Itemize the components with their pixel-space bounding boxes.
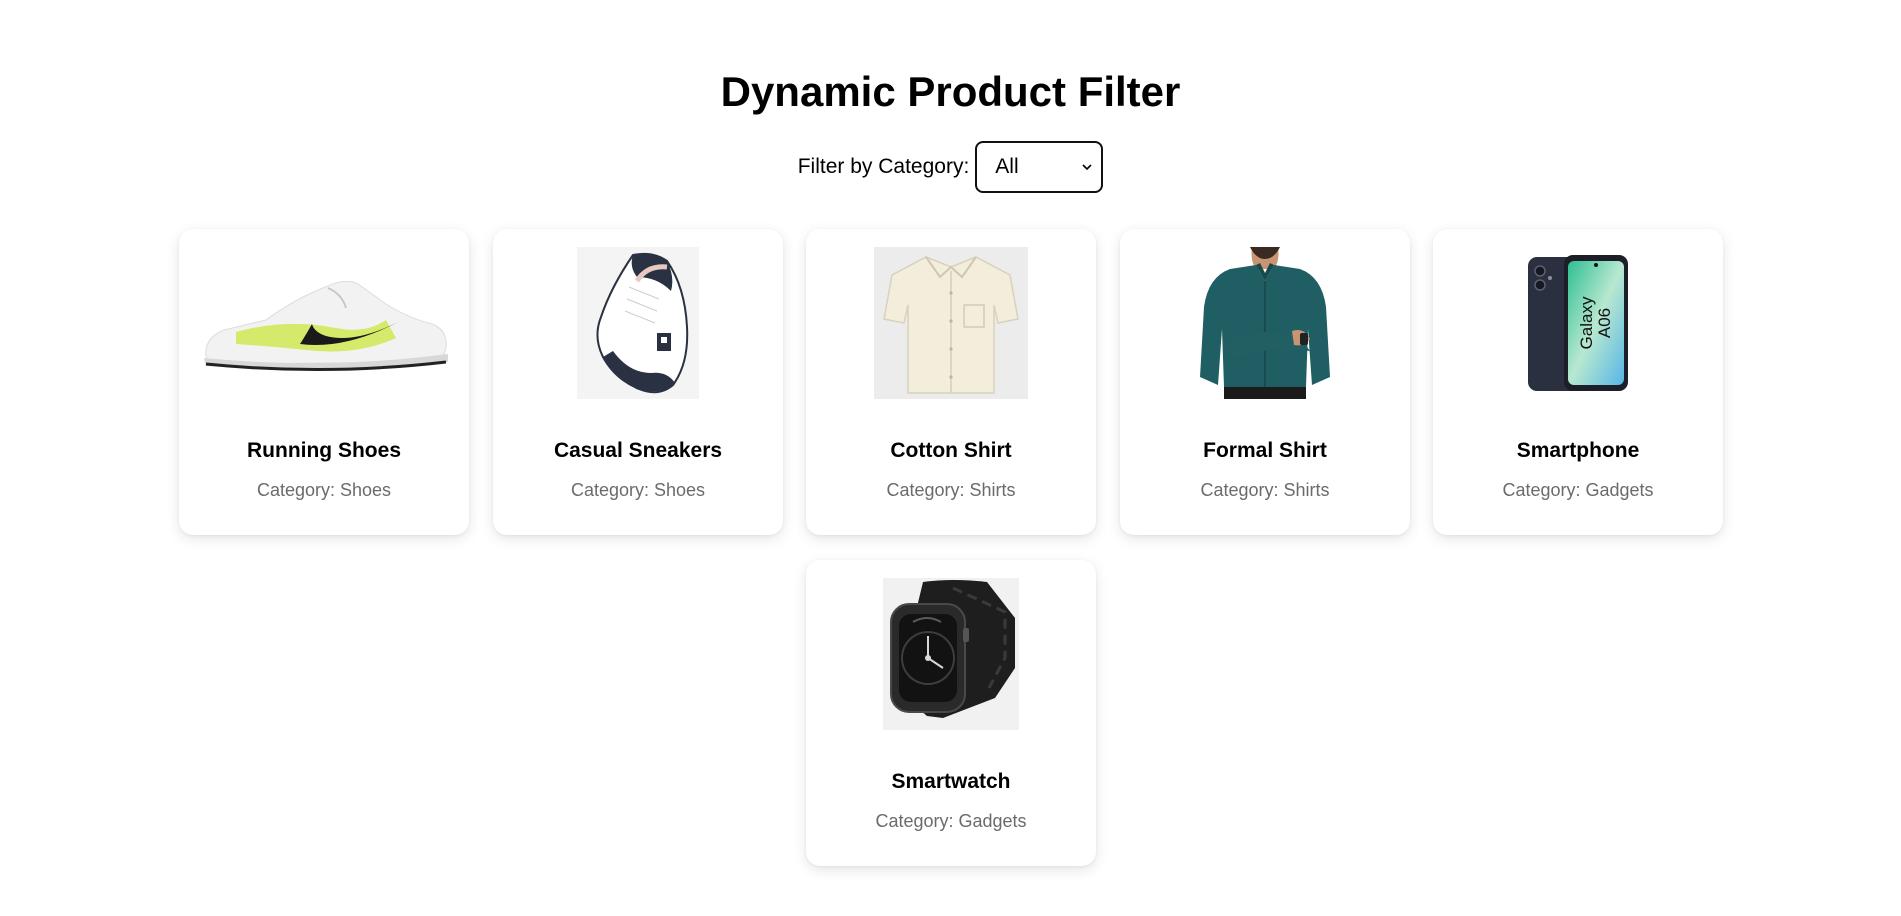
product-card[interactable]: Running Shoes Category: Shoes: [179, 229, 469, 535]
sneaker-image: [493, 247, 783, 399]
product-category: Category: Gadgets: [875, 811, 1027, 831]
smartphone-image: Galaxy A06: [1433, 247, 1723, 399]
cotton-shirt-image: [806, 247, 1096, 399]
category-select[interactable]: All: [975, 141, 1104, 193]
formal-shirt-image: [1120, 247, 1410, 399]
product-name: Formal Shirt: [1203, 439, 1327, 462]
product-category: Category: Gadgets: [1502, 480, 1654, 500]
product-category: Category: Shoes: [570, 480, 706, 500]
product-name: Casual Sneakers: [553, 439, 723, 462]
smartwatch-image: [806, 578, 1096, 730]
product-name: Smartphone: [1516, 439, 1640, 462]
product-card[interactable]: Cotton Shirt Category: Shirts: [806, 229, 1096, 535]
product-card[interactable]: Smartwatch Category: Gadgets: [806, 560, 1096, 866]
product-category: Category: Shoes: [256, 480, 392, 500]
page-title: Dynamic Product Filter: [720, 68, 1181, 115]
product-name: Running Shoes: [247, 439, 401, 462]
product-name: Smartwatch: [891, 770, 1011, 793]
category-select-value: All: [995, 155, 1019, 178]
product-category: Category: Shirts: [1200, 480, 1330, 500]
phone-screen-text-2: A06: [1595, 308, 1614, 338]
running-shoe-image: [179, 247, 469, 399]
product-card[interactable]: Galaxy A06 Smartphone Category: Gadgets: [1433, 229, 1723, 535]
chevron-down-icon: [1081, 161, 1093, 173]
product-card[interactable]: Formal Shirt Category: Shirts: [1120, 229, 1410, 535]
product-card[interactable]: Casual Sneakers Category: Shoes: [493, 229, 783, 535]
phone-screen-text-1: Galaxy: [1577, 296, 1596, 349]
product-name: Cotton Shirt: [890, 439, 1012, 462]
page: Dynamic Product Filter Filter by Categor…: [0, 0, 1901, 916]
filter-row: Filter by Category: All: [0, 141, 1901, 193]
filter-label: Filter by Category:: [797, 155, 970, 178]
product-category: Category: Shirts: [886, 480, 1016, 500]
